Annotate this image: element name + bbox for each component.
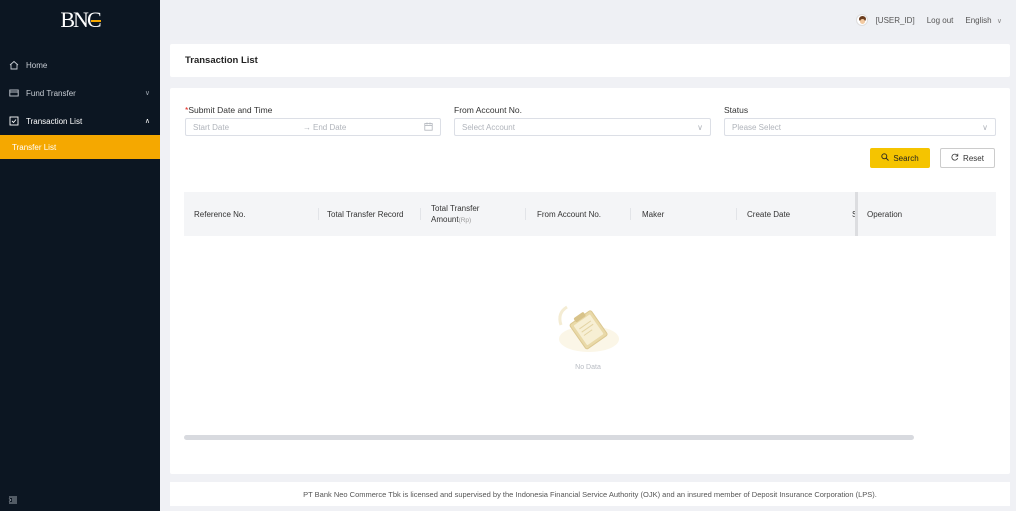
end-date-input[interactable]: End Date — [313, 123, 346, 132]
column-header-total-record[interactable]: Total Transfer Record — [327, 192, 403, 236]
reset-button-label: Reset — [963, 153, 984, 163]
date-range-picker[interactable]: Start Date → End Date — [185, 118, 441, 136]
language-label: English — [965, 15, 992, 25]
empty-state-text: No Data — [575, 364, 601, 371]
footer-disclaimer: PT Bank Neo Commerce Tbk is licensed and… — [170, 482, 1010, 506]
column-header-create-date[interactable]: Create Date — [747, 192, 790, 236]
main-panel: *Submit Date and Time Start Date → End D… — [170, 88, 1010, 474]
avatar[interactable] — [855, 14, 868, 26]
chevron-down-icon: ∨ — [982, 122, 988, 132]
column-divider — [630, 208, 631, 220]
reset-button[interactable]: Reset — [940, 148, 995, 168]
page-title: Transaction List — [185, 55, 258, 66]
search-icon — [881, 153, 890, 163]
logout-link[interactable]: Log out — [927, 16, 954, 25]
search-button[interactable]: Search — [870, 148, 930, 168]
column-divider — [736, 208, 737, 220]
chevron-down-icon: ∨ — [996, 17, 1002, 25]
user-id[interactable]: [USER_ID] — [876, 16, 915, 25]
status-placeholder: Please Select — [732, 122, 781, 132]
chevron-down-icon: ∨ — [697, 122, 703, 132]
search-button-label: Search — [893, 153, 919, 163]
submit-date-label: *Submit Date and Time — [185, 105, 272, 115]
column-header-operation[interactable]: Operation — [867, 192, 902, 236]
from-account-placeholder: Select Account — [462, 122, 515, 132]
calendar-icon[interactable] — [424, 122, 433, 133]
brand-logo[interactable]: BNC — [0, 0, 160, 40]
start-date-input[interactable]: Start Date — [193, 123, 229, 132]
currency-unit: (Rp) — [458, 216, 472, 224]
column-header-maker[interactable]: Maker — [642, 192, 664, 236]
sidebar-subitem-label: Transfer List — [12, 142, 57, 152]
horizontal-scrollbar[interactable] — [184, 435, 914, 440]
top-bar: [USER_ID] Log out English ∨ — [160, 0, 1016, 40]
sidebar: BNC Home Fund Transfer ∨ Transaction Lis… — [0, 0, 160, 511]
column-header-text: Amount — [431, 214, 459, 224]
column-header-reference[interactable]: Reference No. — [194, 192, 246, 236]
sidebar-item-home[interactable]: Home — [0, 51, 160, 79]
empty-state: No Data — [553, 293, 623, 371]
column-header-total-amount[interactable]: Total Transfer Amount(Rp) — [431, 192, 479, 236]
chevron-down-icon: ∨ — [144, 90, 150, 97]
column-header-from-account[interactable]: From Account No. — [537, 192, 601, 236]
empty-clipboard-icon — [558, 305, 619, 352]
sidebar-item-label: Fund Transfer — [26, 88, 76, 98]
from-account-label: From Account No. — [454, 105, 523, 115]
home-icon — [8, 59, 20, 71]
column-divider — [420, 208, 421, 220]
card-icon — [8, 87, 20, 99]
range-arrow-icon: → — [303, 122, 311, 132]
page-title-card: Transaction List — [170, 44, 1010, 77]
fixed-column-shadow — [855, 192, 858, 236]
status-label: Status — [724, 105, 749, 115]
language-select[interactable]: English ∨ — [965, 16, 1002, 25]
sidebar-item-fund-transfer[interactable]: Fund Transfer ∨ — [0, 79, 160, 107]
from-account-select[interactable]: Select Account ∨ — [454, 118, 711, 136]
submit-date-label-text: Submit Date and Time — [188, 105, 273, 115]
sidebar-item-label: Transaction List — [26, 116, 83, 126]
status-select[interactable]: Please Select ∨ — [724, 118, 996, 136]
sidebar-item-label: Home — [26, 60, 48, 70]
refresh-icon — [951, 153, 959, 163]
chevron-up-icon: ∧ — [144, 118, 150, 125]
column-divider — [318, 208, 319, 220]
collapse-menu-icon[interactable] — [8, 495, 18, 505]
checklist-icon — [8, 115, 20, 127]
column-header-text: Total Transfer — [431, 203, 480, 213]
table-header: Reference No. Total Transfer Record Tota… — [184, 192, 996, 236]
sidebar-subitem-transfer-list[interactable]: Transfer List — [0, 135, 160, 159]
sidebar-item-transaction-list[interactable]: Transaction List ∧ — [0, 107, 160, 135]
column-divider — [525, 208, 526, 220]
